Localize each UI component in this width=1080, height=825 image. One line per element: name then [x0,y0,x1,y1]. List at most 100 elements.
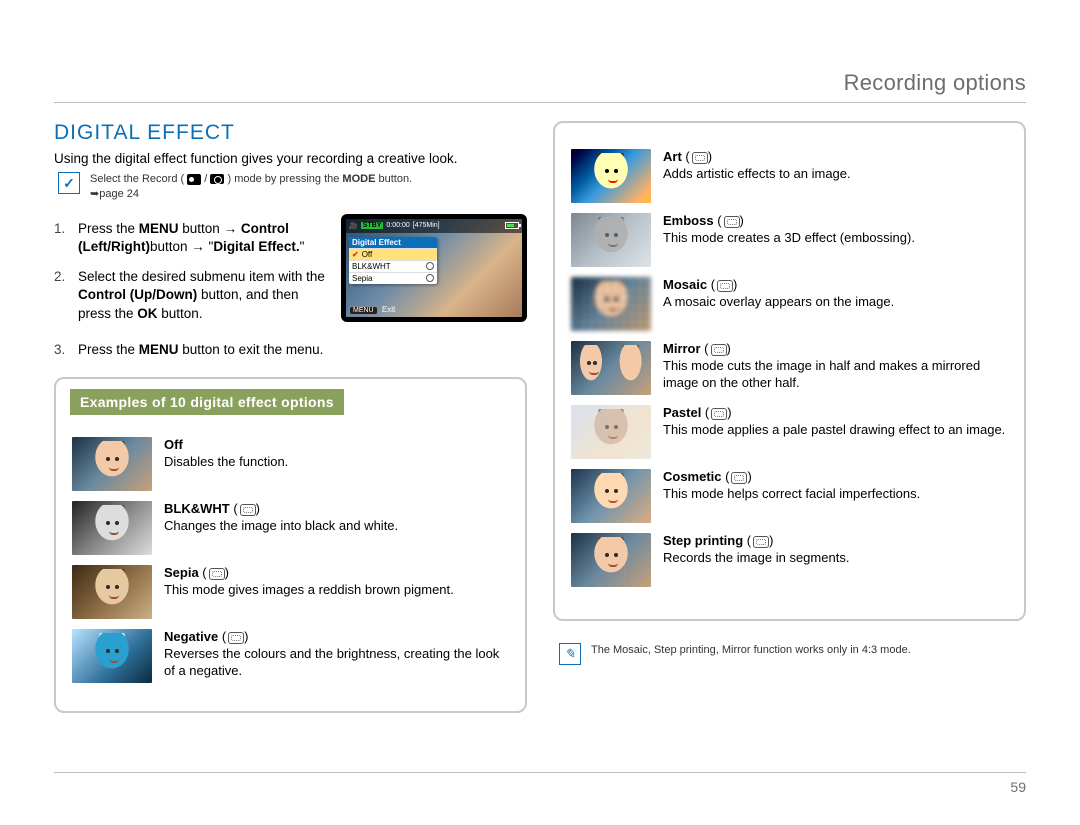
effect-text: Pastel ()This mode applies a pale pastel… [663,405,1005,459]
page-number: 59 [54,772,1026,795]
effect-name: Art [663,149,682,164]
step-num: 1. [54,220,70,256]
examples-panel-left: Examples of 10 digital effect options Of… [54,377,527,713]
effect-name: Off [164,437,183,452]
effect-row: Step printing ()Records the image in seg… [571,533,1008,587]
effect-text: Cosmetic ()This mode helps correct facia… [663,469,920,523]
t: Press the [78,342,139,357]
effect-desc: Changes the image into black and white. [164,518,398,533]
section-heading: DIGITAL EFFECT [54,121,527,145]
effect-icon [724,216,740,228]
effect-icon [753,536,769,548]
lcd-menu-row-off: ✔ Off [349,248,437,260]
lcd-row-label: BLK&WHT [352,262,391,271]
lcd-exit-label: Exit [382,305,395,314]
steps-list: 1. Press the MENU button → Control (Left… [54,214,331,335]
effect-name: Step printing [663,533,743,548]
b: Control (Up/Down) [78,287,197,302]
effect-row: Emboss ()This mode creates a 3D effect (… [571,213,1008,267]
lcd-screenshot: 🎥 STBY 0:00:00 [475Min] Digital Effect ✔… [341,214,527,322]
effect-desc: Records the image in segments. [663,550,849,565]
effect-desc: Adds artistic effects to an image. [663,166,851,181]
effect-desc: Reverses the colours and the brightness,… [164,646,499,678]
effect-text: Step printing ()Records the image in seg… [663,533,849,587]
examples-panel-right: Art ()Adds artistic effects to an image.… [553,121,1026,621]
effect-row: Art ()Adds artistic effects to an image. [571,149,1008,203]
effect-thumb [571,277,651,331]
tip-pageref: page 24 [99,188,139,200]
effect-desc: This mode cuts the image in half and mak… [663,358,980,390]
effect-desc: This mode applies a pale pastel drawing … [663,422,1005,437]
effect-thumb [72,437,152,491]
effect-desc: This mode gives images a reddish brown p… [164,582,454,597]
lcd-row-label: Sepia [352,274,372,283]
lcd-menu-title: Digital Effect [349,237,437,248]
effect-thumb [72,565,152,619]
effect-text: Art ()Adds artistic effects to an image. [663,149,851,203]
effect-icon [209,568,225,580]
effect-thumb [571,149,651,203]
effect-name: Mosaic [663,277,707,292]
effect-row: Off Disables the function. [72,437,509,491]
lcd-menu-row-bw: BLK&WHT [349,260,437,272]
effect-thumb [571,405,651,459]
tip-suffix: ) mode by pressing the [227,173,342,185]
effect-name: BLK&WHT [164,501,230,516]
lcd-menu-row-sepia: Sepia [349,272,437,284]
effect-text: Mirror ()This mode cuts the image in hal… [663,341,1008,395]
effect-text: Mosaic ()A mosaic overlay appears on the… [663,277,894,331]
examples-panel-heading: Examples of 10 digital effect options [70,389,344,415]
page-title: Recording options [54,70,1026,103]
step-num: 3. [54,341,70,359]
check-icon: ✓ [58,172,80,194]
effect-row: Mirror ()This mode cuts the image in hal… [571,341,1008,395]
t: " [300,239,305,254]
note-icon: ✎ [559,643,581,665]
t: Press the [78,221,139,236]
lcd-statusbar: 🎥 STBY 0:00:00 [475Min] [346,219,522,233]
effect-row: Negative ()Reverses the colours and the … [72,629,509,683]
lcd-remain: [475Min] [413,222,440,229]
effect-row: Mosaic ()A mosaic overlay appears on the… [571,277,1008,331]
effect-text: Negative ()Reverses the colours and the … [164,629,509,683]
right-column: Art ()Adds artistic effects to an image.… [553,121,1026,713]
battery-icon [505,222,519,229]
footnote-text: The Mosaic, Step printing, Mirror functi… [591,643,911,658]
b: Digital Effect. [213,239,299,254]
effect-thumb [571,341,651,395]
content-columns: DIGITAL EFFECT Using the digital effect … [54,121,1026,713]
effect-icon [717,280,733,292]
mode-tip-text: Select the Record ( / ) mode by pressing… [90,172,412,202]
check-icon: ✔ [352,250,359,259]
camera-icon [210,174,224,184]
effect-text: Off Disables the function. [164,437,288,491]
camcorder-icon [187,174,201,185]
effect-name: Mirror [663,341,701,356]
effect-icon [240,504,256,516]
page: Recording options DIGITAL EFFECT Using t… [0,0,1080,825]
effect-thumb [571,533,651,587]
left-column: DIGITAL EFFECT Using the digital effect … [54,121,527,713]
effect-icon [426,274,434,282]
lcd-stby: STBY [361,222,384,229]
effect-desc: A mosaic overlay appears on the image. [663,294,894,309]
steps-list-cont: 3. Press the MENU button to exit the men… [54,341,527,359]
effect-thumb [72,629,152,683]
effect-icon [711,408,727,420]
tip-suffix2: button. [378,173,412,185]
tip-mode-bold: MODE [342,173,375,185]
t: button to exit the menu. [179,342,324,357]
t: button → " [150,239,213,254]
effect-row: BLK&WHT ()Changes the image into black a… [72,501,509,555]
effect-text: BLK&WHT ()Changes the image into black a… [164,501,398,555]
effect-desc: Disables the function. [164,454,288,469]
t: button → [179,221,241,236]
mode-tip: ✓ Select the Record ( / ) mode by pressi… [58,172,527,202]
effect-icon [426,262,434,270]
lcd-row-label: Off [362,250,373,259]
section-intro: Using the digital effect function gives … [54,151,527,166]
footnote: ✎ The Mosaic, Step printing, Mirror func… [559,643,1026,665]
rec-mode-icon: 🎥 [349,222,358,230]
effect-icon [731,472,747,484]
effect-row: Pastel ()This mode applies a pale pastel… [571,405,1008,459]
